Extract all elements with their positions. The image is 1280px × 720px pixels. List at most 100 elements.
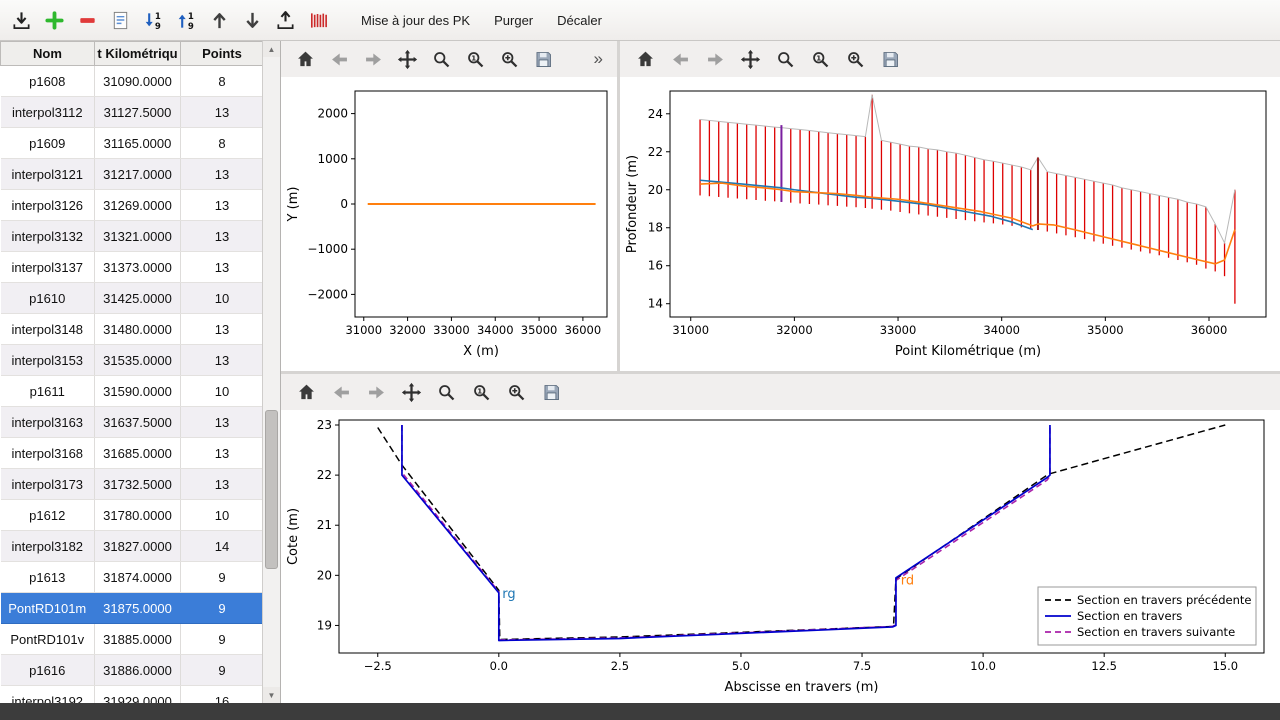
zoom-one-icon[interactable]: 1 xyxy=(470,381,492,403)
table-row[interactable]: interpol313731373.000013 xyxy=(1,252,263,283)
table-cell[interactable]: interpol3163 xyxy=(1,407,95,438)
table-row[interactable]: interpol319231929.000016 xyxy=(1,686,263,704)
table-cell[interactable]: 31732.5000 xyxy=(95,469,181,500)
table-cell[interactable]: interpol3121 xyxy=(1,159,95,190)
table-row[interactable]: interpol312631269.000013 xyxy=(1,190,263,221)
scroll-down-button[interactable]: ▼ xyxy=(263,687,280,703)
table-cell[interactable]: 31217.0000 xyxy=(95,159,181,190)
zoom-plus-icon[interactable] xyxy=(499,48,520,70)
scrollbar-track[interactable] xyxy=(263,57,280,687)
table-cell[interactable]: 13 xyxy=(181,345,263,376)
table-cell[interactable]: p1611 xyxy=(1,376,95,407)
table-cell[interactable]: 31875.0000 xyxy=(95,593,181,624)
table-cell[interactable]: 8 xyxy=(181,66,263,97)
table-row[interactable]: interpol317331732.500013 xyxy=(1,469,263,500)
forward-icon[interactable] xyxy=(365,381,387,403)
move-down-icon[interactable] xyxy=(239,7,266,34)
table-cell[interactable]: 31590.0000 xyxy=(95,376,181,407)
edit-list-icon[interactable] xyxy=(107,7,134,34)
table-cell[interactable]: 13 xyxy=(181,97,263,128)
menu-decaler[interactable]: Décaler xyxy=(548,9,611,32)
table-row[interactable]: p161331874.00009 xyxy=(1,562,263,593)
move-up-icon[interactable] xyxy=(206,7,233,34)
table-cell[interactable]: PontRD101v xyxy=(1,624,95,655)
save-icon[interactable] xyxy=(540,381,562,403)
table-cell[interactable]: p1609 xyxy=(1,128,95,159)
remove-icon[interactable] xyxy=(74,7,101,34)
zoom-plus-icon[interactable] xyxy=(844,48,866,70)
sort-desc-icon[interactable]: 19 xyxy=(173,7,200,34)
table-cell[interactable]: p1610 xyxy=(1,283,95,314)
table-cell[interactable]: p1612 xyxy=(1,500,95,531)
table-row[interactable]: interpol314831480.000013 xyxy=(1,314,263,345)
table-cell[interactable]: interpol3153 xyxy=(1,345,95,376)
table-cell[interactable]: p1616 xyxy=(1,655,95,686)
table-cell[interactable]: interpol3137 xyxy=(1,252,95,283)
table-cell[interactable]: 31127.5000 xyxy=(95,97,181,128)
table-row[interactable]: p161031425.000010 xyxy=(1,283,263,314)
table-cell[interactable]: p1608 xyxy=(1,66,95,97)
table-cell[interactable]: interpol3148 xyxy=(1,314,95,345)
table-cell[interactable]: interpol3173 xyxy=(1,469,95,500)
table-cell[interactable]: interpol3126 xyxy=(1,190,95,221)
table-cell[interactable]: 9 xyxy=(181,624,263,655)
table-cell[interactable]: 31874.0000 xyxy=(95,562,181,593)
add-icon[interactable] xyxy=(41,7,68,34)
scroll-up-button[interactable]: ▲ xyxy=(263,41,280,57)
zoom-one-icon[interactable]: 1 xyxy=(809,48,831,70)
table-row[interactable]: PontRD101m31875.00009 xyxy=(1,593,263,624)
table-cell[interactable]: 31535.0000 xyxy=(95,345,181,376)
table-cell[interactable]: 31480.0000 xyxy=(95,314,181,345)
table-cell[interactable]: 13 xyxy=(181,221,263,252)
pan-icon[interactable] xyxy=(397,48,418,70)
table-row[interactable]: interpol316831685.000013 xyxy=(1,438,263,469)
save-icon[interactable] xyxy=(879,48,901,70)
back-icon[interactable] xyxy=(669,48,691,70)
scrollbar-thumb[interactable] xyxy=(265,410,278,570)
zoom-one-icon[interactable]: 1 xyxy=(465,48,486,70)
table-row[interactable]: p160831090.00008 xyxy=(1,66,263,97)
table-cell[interactable]: interpol3112 xyxy=(1,97,95,128)
forward-icon[interactable] xyxy=(363,48,384,70)
table-cell[interactable]: 31685.0000 xyxy=(95,438,181,469)
table-row[interactable]: interpol313231321.000013 xyxy=(1,221,263,252)
table-cell[interactable]: 31885.0000 xyxy=(95,624,181,655)
table-cell[interactable]: 9 xyxy=(181,562,263,593)
menu-mise-a-jour-pk[interactable]: Mise à jour des PK xyxy=(352,9,479,32)
table-cell[interactable]: p1613 xyxy=(1,562,95,593)
longitudinal-chart-canvas[interactable]: 3100032000330003400035000360001416182022… xyxy=(620,77,1280,371)
table-cell[interactable]: 31886.0000 xyxy=(95,655,181,686)
column-header-points[interactable]: Points xyxy=(181,42,263,66)
table-cell[interactable]: 13 xyxy=(181,407,263,438)
table-row[interactable]: interpol312131217.000013 xyxy=(1,159,263,190)
back-icon[interactable] xyxy=(329,48,350,70)
table-row[interactable]: interpol311231127.500013 xyxy=(1,97,263,128)
sections-icon[interactable] xyxy=(305,7,332,34)
table-cell[interactable]: PontRD101m xyxy=(1,593,95,624)
forward-icon[interactable] xyxy=(704,48,726,70)
table-cell[interactable]: 8 xyxy=(181,128,263,159)
table-cell[interactable]: 14 xyxy=(181,531,263,562)
home-icon[interactable] xyxy=(295,381,317,403)
export-icon[interactable] xyxy=(272,7,299,34)
table-cell[interactable]: 13 xyxy=(181,314,263,345)
plan-chart-canvas[interactable]: 310003200033000340003500036000−2000−1000… xyxy=(281,77,617,371)
sort-asc-icon[interactable]: 19 xyxy=(140,7,167,34)
table-cell[interactable]: 13 xyxy=(181,438,263,469)
table-cell[interactable]: interpol3192 xyxy=(1,686,95,704)
zoom-plus-icon[interactable] xyxy=(505,381,527,403)
back-icon[interactable] xyxy=(330,381,352,403)
toolbar-overflow-chevron[interactable]: » xyxy=(594,49,603,69)
table-cell[interactable]: 10 xyxy=(181,376,263,407)
table-row[interactable]: p161231780.000010 xyxy=(1,500,263,531)
table-cell[interactable]: 31827.0000 xyxy=(95,531,181,562)
zoom-icon[interactable] xyxy=(774,48,796,70)
cross-section-chart-canvas[interactable]: −2.50.02.55.07.510.012.515.01920212223Ab… xyxy=(281,410,1280,703)
table-row[interactable]: interpol316331637.500013 xyxy=(1,407,263,438)
pan-icon[interactable] xyxy=(739,48,761,70)
table-scrollbar[interactable]: ▲ ▼ xyxy=(262,41,280,703)
pan-icon[interactable] xyxy=(400,381,422,403)
menu-purger[interactable]: Purger xyxy=(485,9,542,32)
table-cell[interactable]: 9 xyxy=(181,593,263,624)
table-cell[interactable]: 31269.0000 xyxy=(95,190,181,221)
